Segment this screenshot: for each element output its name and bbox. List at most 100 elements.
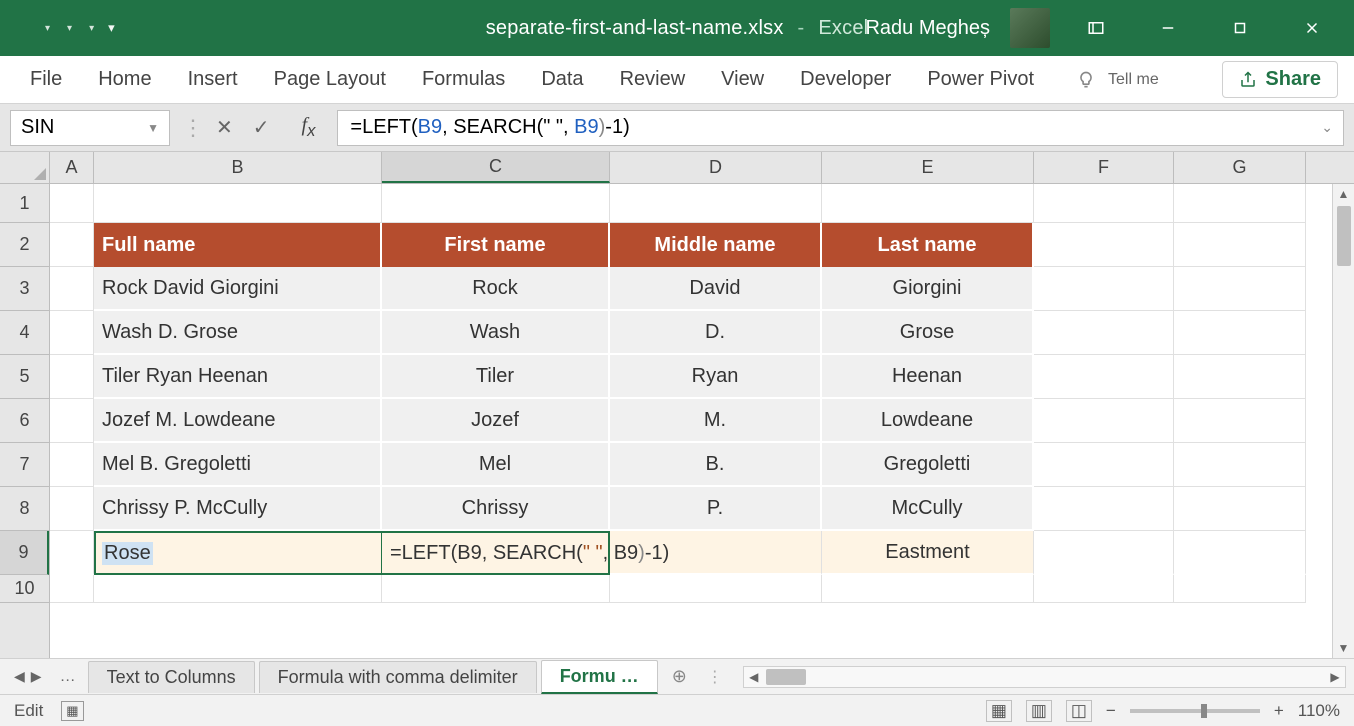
cell[interactable]	[1174, 531, 1306, 575]
add-sheet-icon[interactable]: ⊕	[662, 666, 697, 687]
tab-nav-next-icon[interactable]: ▶	[31, 668, 42, 685]
cell[interactable]	[94, 184, 382, 223]
scroll-up-icon[interactable]: ▲	[1333, 184, 1354, 204]
formula-input[interactable]: =LEFT(B9, SEARCH(" ", B9)-1) ⌄	[337, 110, 1344, 146]
cell[interactable]	[1174, 443, 1306, 487]
cell[interactable]	[1034, 223, 1174, 267]
table-header[interactable]: Last name	[822, 223, 1034, 267]
row-header-10[interactable]: 10	[0, 575, 49, 603]
cell[interactable]: Rock	[382, 267, 610, 311]
zoom-in-icon[interactable]: +	[1274, 701, 1284, 721]
cancel-icon[interactable]: ✕	[216, 115, 233, 140]
cell[interactable]	[1034, 531, 1174, 575]
cell[interactable]	[610, 184, 822, 223]
col-header-a[interactable]: A	[50, 152, 94, 183]
col-header-g[interactable]: G	[1174, 152, 1306, 183]
table-header[interactable]: Middle name	[610, 223, 822, 267]
cell[interactable]: Jozef	[382, 399, 610, 443]
cell[interactable]	[50, 184, 94, 223]
row-header-5[interactable]: 5	[0, 355, 49, 399]
sheet-tab-active[interactable]: Formu …	[541, 660, 658, 694]
row-header-4[interactable]: 4	[0, 311, 49, 355]
cell[interactable]	[822, 575, 1034, 603]
tab-review[interactable]: Review	[606, 62, 700, 97]
tab-file[interactable]: File	[16, 62, 76, 97]
cell[interactable]	[1174, 355, 1306, 399]
cell[interactable]: David	[610, 267, 822, 311]
row-header-8[interactable]: 8	[0, 487, 49, 531]
name-box[interactable]: SIN ▼	[10, 110, 170, 146]
tab-power-pivot[interactable]: Power Pivot	[913, 62, 1048, 97]
cell[interactable]: Chrissy P. McCully	[94, 487, 382, 531]
cell[interactable]	[1034, 575, 1174, 603]
cell[interactable]	[1174, 399, 1306, 443]
tell-me[interactable]: Tell me	[1076, 70, 1159, 90]
row-header-1[interactable]: 1	[0, 184, 49, 223]
scroll-right-icon[interactable]: ▶	[1325, 670, 1345, 684]
cell[interactable]: Gregoletti	[822, 443, 1034, 487]
col-header-e[interactable]: E	[822, 152, 1034, 183]
row-header-9[interactable]: 9	[0, 531, 49, 575]
avatar[interactable]	[1010, 8, 1050, 48]
horizontal-scrollbar[interactable]: ◀ ▶	[743, 666, 1346, 688]
tab-page-layout[interactable]: Page Layout	[260, 62, 400, 97]
sheet-tab-ellipsis[interactable]: …	[52, 668, 84, 686]
cell[interactable]: Heenan	[822, 355, 1034, 399]
cell[interactable]: Mel B. Gregoletti	[94, 443, 382, 487]
cell[interactable]	[1034, 443, 1174, 487]
qat-customize-icon[interactable]: ▾	[108, 20, 115, 36]
cell[interactable]	[1174, 223, 1306, 267]
vertical-scrollbar[interactable]: ▲ ▼	[1332, 184, 1354, 658]
cell[interactable]: D.	[610, 311, 822, 355]
tab-home[interactable]: Home	[84, 62, 165, 97]
cell[interactable]	[382, 575, 610, 603]
fx-icon[interactable]: fx	[302, 114, 316, 141]
cell-editing-c9[interactable]: =LEFT(B9, SEARCH(" ", B9)-1)	[382, 531, 610, 575]
tab-developer[interactable]: Developer	[786, 62, 905, 97]
cell[interactable]: P.	[610, 487, 822, 531]
col-header-b[interactable]: B	[94, 152, 382, 183]
col-header-c[interactable]: C	[382, 152, 610, 183]
table-header[interactable]: First name	[382, 223, 610, 267]
ribbon-display-options-icon[interactable]	[1070, 8, 1122, 48]
cell[interactable]: Rock David Giorgini	[94, 267, 382, 311]
sheet-tab[interactable]: Formula with comma delimiter	[259, 661, 537, 693]
cell[interactable]: Tiler	[382, 355, 610, 399]
zoom-out-icon[interactable]: −	[1106, 701, 1116, 721]
cell[interactable]: Tiler Ryan Heenan	[94, 355, 382, 399]
undo-icon[interactable]: ▾	[42, 23, 50, 34]
cell[interactable]: M.	[610, 399, 822, 443]
cell[interactable]: Jozef M. Lowdeane	[94, 399, 382, 443]
cell[interactable]: Eastment	[822, 531, 1034, 575]
cell[interactable]	[94, 575, 382, 603]
cell[interactable]	[1174, 575, 1306, 603]
redo-icon[interactable]: ▾	[64, 23, 72, 34]
cell[interactable]	[1034, 399, 1174, 443]
cell[interactable]	[50, 443, 94, 487]
cell[interactable]	[1174, 311, 1306, 355]
share-button[interactable]: Share	[1222, 61, 1338, 98]
enter-icon[interactable]: ✓	[253, 115, 270, 140]
cell[interactable]	[382, 184, 610, 223]
cell[interactable]	[50, 223, 94, 267]
bulb-icon[interactable]: ▾	[86, 23, 94, 34]
view-page-break-icon[interactable]: ◫	[1066, 700, 1092, 722]
tab-insert[interactable]: Insert	[174, 62, 252, 97]
view-normal-icon[interactable]: ▦	[986, 700, 1012, 722]
sheet-tab[interactable]: Text to Columns	[88, 661, 255, 693]
cell[interactable]	[822, 184, 1034, 223]
table-header[interactable]: Full name	[94, 223, 382, 267]
row-header-2[interactable]: 2	[0, 223, 49, 267]
cell[interactable]: McCully	[822, 487, 1034, 531]
cell[interactable]	[50, 531, 94, 575]
col-header-d[interactable]: D	[610, 152, 822, 183]
chevron-down-icon[interactable]: ▼	[147, 121, 159, 135]
cell[interactable]: Chrissy	[382, 487, 610, 531]
cell[interactable]	[50, 575, 94, 603]
minimize-icon[interactable]	[1142, 8, 1194, 48]
tab-nav-prev-icon[interactable]: ◀	[14, 668, 25, 685]
cell[interactable]	[1034, 487, 1174, 531]
cell[interactable]	[1174, 487, 1306, 531]
cell[interactable]: Wash	[382, 311, 610, 355]
cell[interactable]	[1034, 355, 1174, 399]
